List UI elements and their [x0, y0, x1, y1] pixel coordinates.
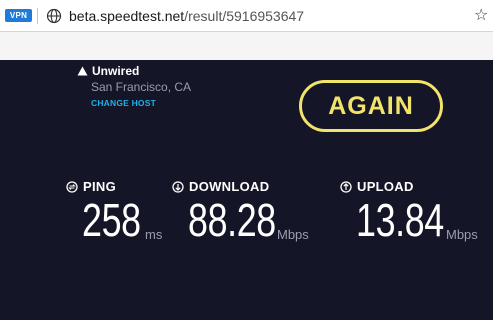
person-icon — [77, 66, 88, 75]
star-icon[interactable]: ☆ — [474, 6, 488, 26]
ping-unit: ms — [145, 227, 163, 242]
server-location: San Francisco, CA — [91, 80, 192, 94]
download-arrow-icon — [172, 180, 184, 193]
upload-value: 13.84 — [356, 194, 444, 246]
vpn-badge[interactable]: VPN — [5, 9, 32, 22]
url-host: beta.speedtest.net — [69, 8, 185, 24]
download-label: DOWNLOAD — [189, 179, 270, 194]
isp-row: Unwired — [77, 64, 139, 78]
upload-header: UPLOAD — [340, 179, 414, 194]
url-path: /result/5916953647 — [184, 8, 305, 24]
again-button[interactable]: AGAIN — [299, 80, 443, 132]
ping-icon — [66, 180, 78, 193]
download-value: 88.28 — [188, 194, 276, 246]
download-unit: Mbps — [277, 227, 309, 242]
upload-label: UPLOAD — [357, 179, 414, 194]
upload-arrow-icon — [340, 180, 352, 193]
toolbar-strip — [0, 32, 493, 60]
upload-unit: Mbps — [446, 227, 478, 242]
address-bar: VPN beta.speedtest.net/result/5916953647… — [0, 0, 493, 32]
ping-label: PING — [83, 179, 116, 194]
url-field[interactable]: beta.speedtest.net/result/5916953647 — [69, 6, 304, 26]
change-host-link[interactable]: CHANGE HOST — [91, 98, 156, 108]
globe-icon[interactable] — [46, 8, 62, 24]
ping-header: PING — [66, 179, 116, 194]
download-header: DOWNLOAD — [172, 179, 269, 194]
ping-value: 258 — [82, 194, 141, 246]
isp-name: Unwired — [92, 64, 140, 78]
address-bar-divider — [37, 8, 38, 24]
